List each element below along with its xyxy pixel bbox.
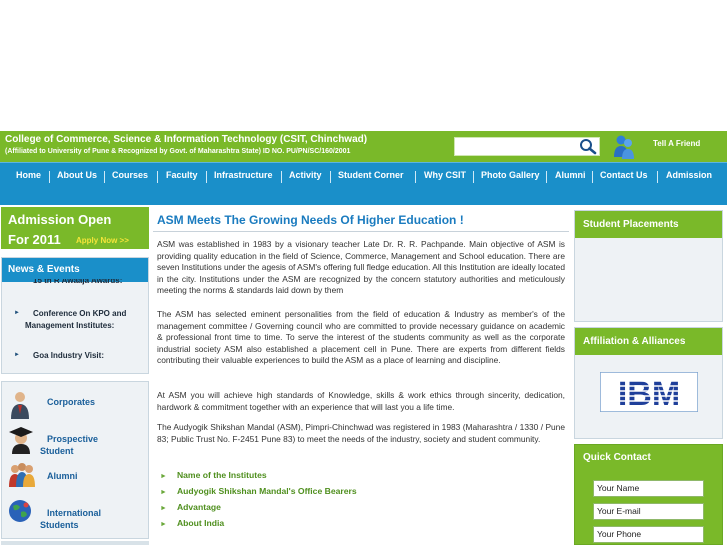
nav-separator bbox=[157, 171, 158, 183]
paragraph-registration: The Audyogik Shikshan Mandal (ASM), Pimp… bbox=[157, 422, 565, 444]
nav-about-us[interactable]: About Us bbox=[57, 170, 97, 180]
nav-separator bbox=[49, 171, 50, 183]
affiliation-text: (Affiliated to University of Pune & Reco… bbox=[5, 148, 351, 155]
international-link-line2[interactable]: Students bbox=[40, 519, 79, 531]
news-item-kpo-line2[interactable]: Management Institutes: bbox=[25, 320, 114, 332]
corporates-link[interactable]: Corporates bbox=[47, 396, 95, 408]
tell-a-friend-link[interactable]: Tell A Friend bbox=[653, 139, 700, 148]
affiliation-header: Affiliation & Alliances bbox=[575, 328, 722, 355]
ibm-logo[interactable]: IBM bbox=[600, 372, 698, 412]
nav-separator bbox=[415, 171, 416, 183]
paragraph-intro: ASM was established in 1983 by a visiona… bbox=[157, 239, 565, 296]
corporate-person-icon bbox=[11, 392, 29, 419]
prospective-link-line2[interactable]: Student bbox=[40, 445, 74, 457]
bullet-icon: ► bbox=[14, 352, 20, 358]
nav-student-corner[interactable]: Student Corner bbox=[338, 170, 404, 180]
name-field[interactable]: Your Name bbox=[593, 480, 704, 497]
news-item-goa[interactable]: Goa Industry Visit: bbox=[33, 350, 104, 362]
link-label: About India bbox=[176, 518, 225, 528]
link-label: Advantage bbox=[176, 502, 221, 512]
nav-activity[interactable]: Activity bbox=[289, 170, 322, 180]
nav-separator bbox=[546, 171, 547, 183]
link-label: Audyogik Shikshan Mandal's Office Bearer… bbox=[176, 486, 357, 496]
title-divider bbox=[153, 231, 569, 232]
nav-contact-us[interactable]: Contact Us bbox=[600, 170, 648, 180]
quick-contact-header: Quick Contact bbox=[575, 445, 722, 469]
college-name: College of Commerce, Science & Informati… bbox=[5, 134, 368, 145]
student-placements-title: Student Placements bbox=[583, 219, 679, 230]
link-office-bearers[interactable]: ► Audyogik Shikshan Mandal's Office Beare… bbox=[160, 486, 357, 496]
prospective-link-line1[interactable]: Prospective bbox=[47, 433, 98, 445]
news-events-panel: News & Events 15 th R Awaaja Awards: ► C… bbox=[1, 257, 149, 374]
admission-year: For 2011 bbox=[8, 232, 61, 247]
search-icon[interactable] bbox=[578, 138, 598, 155]
affiliation-panel: Affiliation & Alliances IBM bbox=[574, 327, 723, 439]
nav-separator bbox=[473, 171, 474, 183]
page-title: ASM Meets The Growing Needs Of Higher Ed… bbox=[157, 213, 464, 227]
paragraph-standards: At ASM you will achieve high standards o… bbox=[157, 390, 565, 412]
friends-icon[interactable] bbox=[612, 134, 636, 160]
apply-now-link[interactable]: Apply Now >> bbox=[76, 236, 129, 245]
link-name-of-institutes[interactable]: ► Name of the Institutes bbox=[160, 470, 267, 480]
nav-separator bbox=[657, 171, 658, 183]
international-link-line1[interactable]: International bbox=[47, 507, 101, 519]
affiliation-title: Affiliation & Alliances bbox=[583, 336, 686, 347]
nav-why-csit[interactable]: Why CSIT bbox=[424, 170, 466, 180]
left-bottom-panel bbox=[1, 541, 149, 545]
graduate-cap-icon bbox=[9, 427, 33, 454]
arrow-icon: ► bbox=[160, 521, 167, 528]
student-placements-panel: Student Placements bbox=[574, 210, 723, 322]
nav-courses[interactable]: Courses bbox=[112, 170, 148, 180]
nav-separator bbox=[206, 171, 207, 183]
student-placements-header: Student Placements bbox=[575, 211, 722, 238]
admission-banner[interactable]: Admission Open For 2011 Apply Now >> bbox=[1, 207, 149, 249]
main-nav: Home About Us Courses Faculty Infrastruc… bbox=[0, 162, 727, 205]
nav-photo-gallery[interactable]: Photo Gallery bbox=[481, 170, 540, 180]
link-label: Name of the Institutes bbox=[176, 470, 267, 480]
nav-infrastructure[interactable]: Infrastructure bbox=[214, 170, 273, 180]
bullet-icon: ► bbox=[14, 310, 20, 316]
alumni-link[interactable]: Alumni bbox=[47, 470, 78, 482]
paragraph-management: The ASM has selected eminent personaliti… bbox=[157, 309, 565, 366]
nav-separator bbox=[104, 171, 105, 183]
nav-admission[interactable]: Admission bbox=[666, 170, 712, 180]
nav-separator bbox=[592, 171, 593, 183]
nav-separator bbox=[281, 171, 282, 183]
link-about-india[interactable]: ► About India bbox=[160, 518, 224, 528]
news-events-title: News & Events bbox=[8, 264, 80, 275]
nav-home[interactable]: Home bbox=[16, 170, 41, 180]
news-item-kpo-line1[interactable]: Conference On KPO and bbox=[33, 308, 126, 320]
admission-title: Admission Open bbox=[8, 212, 112, 227]
alumni-group-icon bbox=[9, 463, 35, 487]
arrow-icon: ► bbox=[160, 473, 167, 480]
phone-field[interactable]: Your Phone bbox=[593, 526, 704, 543]
nav-faculty[interactable]: Faculty bbox=[166, 170, 198, 180]
quick-links-panel: Corporates Prospective Student Alumni In… bbox=[1, 381, 149, 539]
link-advantage[interactable]: ► Advantage bbox=[160, 502, 221, 512]
globe-icon bbox=[9, 500, 31, 522]
nav-separator bbox=[330, 171, 331, 183]
quick-contact-title: Quick Contact bbox=[583, 452, 651, 463]
email-field[interactable]: Your E-mail bbox=[593, 503, 704, 520]
nav-alumni[interactable]: Alumni bbox=[555, 170, 586, 180]
arrow-icon: ► bbox=[160, 505, 167, 512]
arrow-icon: ► bbox=[160, 489, 167, 496]
news-item-partial[interactable]: 15 th R Awaaja Awards: bbox=[33, 279, 122, 285]
